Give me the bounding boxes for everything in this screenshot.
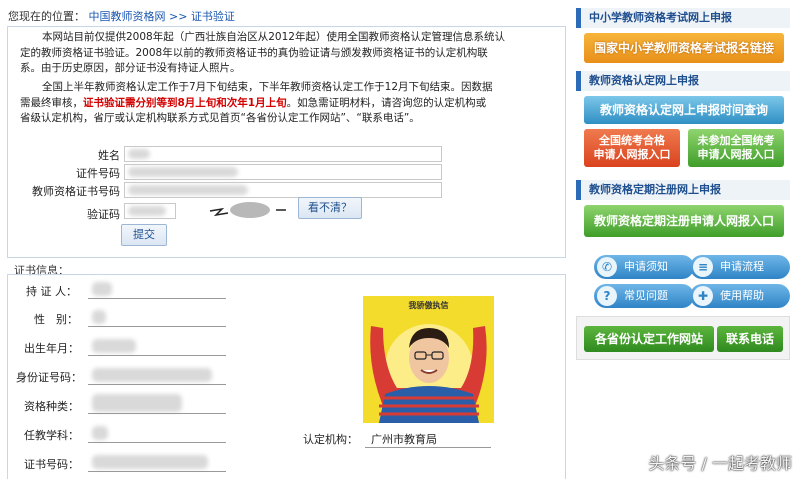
gender-value-blurred	[92, 310, 106, 324]
help-icon: ✚	[693, 286, 713, 306]
holder-value-blurred	[92, 282, 112, 296]
subject-underline	[88, 442, 226, 443]
birth-underline	[88, 355, 226, 356]
breadcrumb: 您现在的位置： 中国教师资格网 >> 证书验证	[8, 8, 235, 24]
help-button[interactable]: ✚ 使用帮助	[690, 284, 790, 308]
submit-button[interactable]: 提交	[121, 224, 167, 246]
qual-cert-label: 教师资格证书号码	[32, 185, 120, 198]
name-label: 姓名	[98, 149, 120, 162]
agency-label: 认定机构：	[303, 433, 358, 446]
apply-process-button[interactable]: ≡ 申请流程	[690, 255, 790, 279]
holder-underline	[88, 298, 226, 299]
provinces-websites-button[interactable]: 各省份认定工作网站	[584, 326, 714, 352]
sidebar-section-exam-title: 中小学教师资格考试网上申报	[576, 8, 790, 28]
agency-underline	[365, 447, 491, 448]
cert-no-value-blurred	[92, 455, 208, 469]
cert-id-field[interactable]	[124, 164, 442, 180]
captcha-input[interactable]	[124, 203, 176, 219]
qual-cert-field[interactable]	[124, 182, 442, 198]
id-value-blurred	[92, 368, 212, 382]
cert-id-label: 证件号码	[76, 167, 120, 180]
refresh-captcha-button[interactable]: 看不清？	[298, 197, 362, 219]
passed-applicant-entry-button[interactable]: 全国统考合格 申请人网报入口	[584, 129, 680, 167]
holder-photo: 我骄傲执信	[363, 296, 494, 423]
watermark: 头条号 / 一起考教师	[648, 454, 792, 473]
birth-value-blurred	[92, 339, 136, 353]
cert-no-label: 证书号码：	[24, 458, 79, 471]
captcha-image[interactable]	[208, 199, 290, 221]
person-photo-illustration	[370, 324, 487, 423]
contact-phone-button[interactable]: 联系电话	[717, 326, 783, 352]
notice-para2-line1: 全国上半年教师资格认定工作于7月下旬结束，下半年教师资格认定工作于12月下旬结束…	[42, 81, 493, 93]
subject-value-blurred	[92, 426, 108, 440]
faq-button[interactable]: ? 常见问题	[594, 284, 694, 308]
agency-value: 广州市教育局	[371, 433, 437, 446]
question-icon: ?	[597, 286, 617, 306]
holder-label: 持 证 人：	[26, 285, 77, 298]
id-label: 身份证号码：	[16, 371, 82, 384]
qual-type-value-blurred	[92, 394, 182, 412]
apply-notice-button[interactable]: ✆ 申请须知	[594, 255, 694, 279]
notice-para1-line2: 定的教师资格证书验证。2008年以前的教师资格证书的真伪验证请与颁发教师资格证书…	[20, 46, 488, 59]
exam-registration-link[interactable]: 国家中小学教师资格考试报名链接	[584, 33, 784, 63]
megaphone-icon: ✆	[597, 257, 617, 277]
id-underline	[88, 384, 226, 385]
process-icon: ≡	[693, 257, 713, 277]
verification-panel: 本网站目前仅提供2008年起（广西壮族自治区从2012年起）使用全国教师资格认定…	[7, 26, 566, 258]
captcha-label: 验证码	[87, 208, 120, 221]
sidebar-section-cert-title: 教师资格认定网上申报	[576, 71, 790, 91]
notice-para2-line2: 需最终审核，证书验证需分别等到8月上旬和次年1月上旬。如急需证明材料，请咨询您的…	[20, 96, 487, 109]
notice-para1: 本网站目前仅提供2008年起（广西壮族自治区从2012年起）使用全国教师资格认定…	[42, 31, 505, 43]
name-field[interactable]	[124, 146, 442, 162]
notice-para2-line3: 省级认定机构，省厅或认定机构联系方式见首页“各省份认定工作网站”、“联系电话”。	[20, 112, 420, 125]
breadcrumb-home-link[interactable]: 中国教师资格网	[89, 10, 166, 23]
notjoined-applicant-entry-button[interactable]: 未参加全国统考 申请人网报入口	[688, 129, 784, 167]
subject-label: 任教学科：	[24, 429, 79, 442]
gender-label: 性 别：	[34, 313, 78, 326]
captcha-graphic	[209, 202, 286, 218]
notice-para1-line3: 系。由于历史原因，部分证书没有持证人照片。	[20, 62, 241, 75]
breadcrumb-prefix: 您现在的位置：	[8, 10, 85, 23]
cert-time-query-button[interactable]: 教师资格认定网上申报时间查询	[584, 96, 784, 124]
notice-highlight: 证书验证需分别等到8月上旬和次年1月上旬	[83, 96, 287, 109]
cert-no-underline	[88, 471, 226, 472]
qual-type-label: 资格种类：	[24, 400, 79, 413]
breadcrumb-separator: >>	[169, 10, 188, 23]
sidebar-section-register-title: 教师资格定期注册网上申报	[576, 180, 790, 200]
registration-entry-button[interactable]: 教师资格定期注册申请人网报入口	[584, 205, 784, 237]
breadcrumb-current: 证书验证	[190, 10, 235, 23]
gender-underline	[88, 326, 226, 327]
birth-label: 出生年月：	[24, 342, 79, 355]
qual-type-underline	[88, 413, 226, 414]
